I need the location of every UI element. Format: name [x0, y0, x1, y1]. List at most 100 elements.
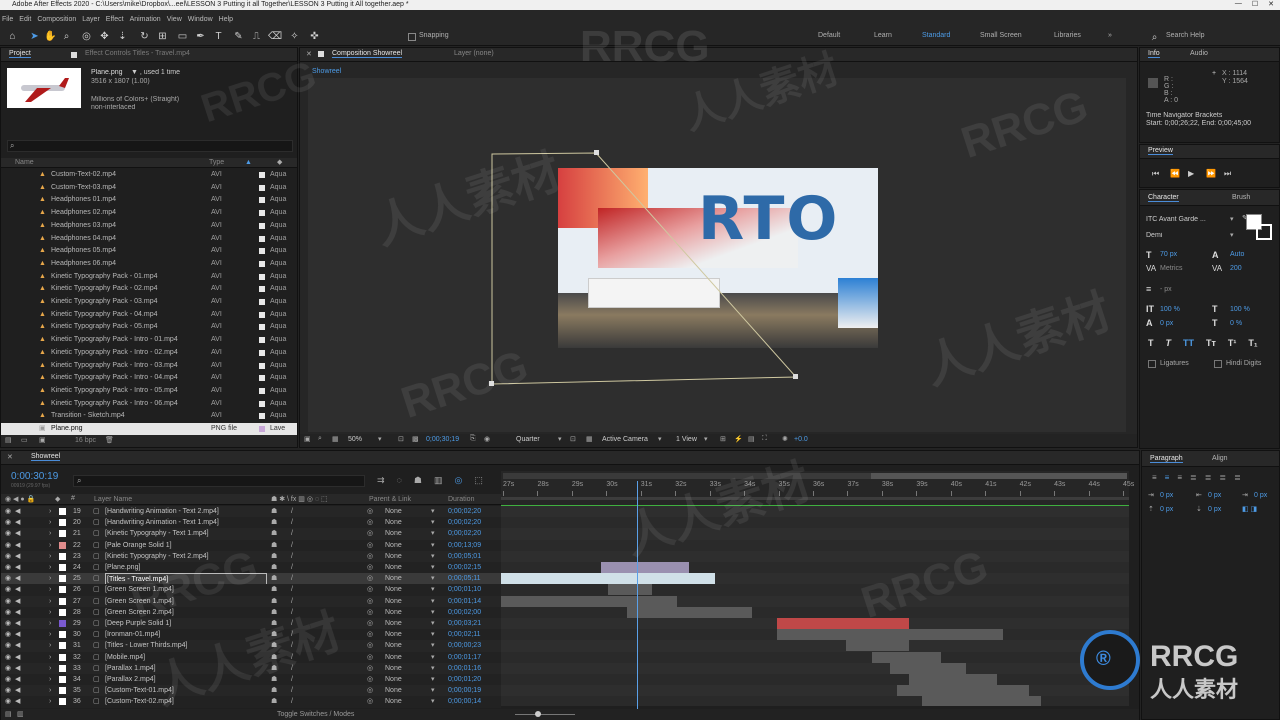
- parent-select[interactable]: None: [385, 596, 402, 607]
- project-item[interactable]: ▲ Custom-Text-03.mp4 AVI Aqua: [1, 182, 297, 195]
- layer-name[interactable]: [Green Screen 1.mp4]: [105, 584, 265, 595]
- menu-layer[interactable]: Layer: [82, 16, 100, 23]
- twirl-icon[interactable]: ›: [49, 618, 51, 629]
- col-duration[interactable]: Duration: [448, 496, 474, 503]
- interpret-footage-icon[interactable]: ▤: [5, 436, 12, 444]
- always-preview-icon[interactable]: ▣: [304, 435, 311, 443]
- type-tool-icon[interactable]: T: [212, 30, 225, 43]
- project-item[interactable]: ▲ Kinetic Typography Pack - Intro - 02.mp…: [1, 347, 297, 360]
- layer-bounding-box[interactable]: [308, 78, 1126, 432]
- faux-bold-icon[interactable]: T: [1148, 338, 1154, 348]
- audio-icon[interactable]: ◀: [15, 663, 20, 674]
- chevron-down-icon[interactable]: ▾: [658, 435, 662, 443]
- chevron-down-icon[interactable]: ▾: [431, 551, 435, 562]
- audio-icon[interactable]: ◀: [15, 584, 20, 595]
- project-item[interactable]: ▲ Kinetic Typography Pack - 05.mp4 AVI Aqua: [1, 321, 297, 334]
- justify-left-icon[interactable]: ≣: [1190, 473, 1197, 482]
- workspace-default[interactable]: Default: [818, 32, 840, 39]
- shy-switch-icon[interactable]: ☗: [271, 629, 277, 640]
- shy-switch-icon[interactable]: ☗: [271, 517, 277, 528]
- pixel-aspect-icon[interactable]: ⊞: [720, 435, 726, 443]
- timeline-search-input[interactable]: ⌕: [73, 475, 365, 487]
- label-swatch[interactable]: [259, 337, 265, 344]
- orbit-tool-icon[interactable]: ◎: [80, 30, 93, 43]
- chevron-down-icon[interactable]: ▾: [431, 640, 435, 651]
- pickwhip-icon[interactable]: ◎: [367, 652, 373, 663]
- camera-select[interactable]: Active Camera: [602, 436, 648, 443]
- audio-icon[interactable]: ◀: [15, 674, 20, 685]
- chevron-down-icon[interactable]: ▾: [431, 663, 435, 674]
- layer-duration-bar[interactable]: [890, 662, 966, 674]
- tab-brush[interactable]: Brush: [1232, 194, 1250, 201]
- fast-preview-icon[interactable]: ⚡: [734, 435, 743, 443]
- quality-switch-icon[interactable]: /: [291, 640, 293, 651]
- work-area-bar[interactable]: [501, 497, 1129, 500]
- home-icon[interactable]: ⌂: [6, 30, 19, 43]
- layer-row[interactable]: ◉ ◀ › 21 ▢ [Kinetic Typography - Text 1.mp4] ☗…: [1, 528, 501, 540]
- layer-duration[interactable]: 0;00;00;14: [448, 696, 481, 707]
- layer-row[interactable]: ◉ ◀ › 22 ▢ [Pale Orange Solid 1] ☗ / ◎ None ▾ 0;00;…: [1, 539, 501, 551]
- menu-file[interactable]: File: [2, 16, 13, 23]
- parent-select[interactable]: None: [385, 674, 402, 685]
- layer-row[interactable]: ◉ ◀ › 28 ▢ [Green Screen 2.mp4] ☗ / ◎ None ▾ 0;00;0…: [1, 606, 501, 618]
- layer-label-swatch[interactable]: [59, 653, 66, 661]
- comp-flowchart-icon[interactable]: ⇉: [377, 475, 385, 486]
- workspace-small-screen[interactable]: Small Screen: [980, 32, 1022, 39]
- next-frame-icon[interactable]: ⏩: [1206, 169, 1216, 178]
- layer-duration-bar[interactable]: [909, 674, 998, 685]
- eraser-tool-icon[interactable]: ⌫: [268, 30, 282, 43]
- layer-label-swatch[interactable]: [59, 575, 66, 583]
- label-swatch[interactable]: [259, 184, 265, 191]
- tsume-value[interactable]: 0 %: [1230, 320, 1242, 327]
- visibility-eye-icon[interactable]: ◉: [5, 696, 11, 707]
- visibility-eye-icon[interactable]: ◉: [5, 528, 11, 539]
- quality-switch-icon[interactable]: /: [291, 562, 293, 573]
- layer-duration[interactable]: 0;00;03;21: [448, 618, 481, 629]
- show-channel-icon[interactable]: ◉: [484, 435, 490, 443]
- project-item[interactable]: ▲ Kinetic Typography Pack - 01.mp4 AVI Aqua: [1, 271, 297, 284]
- workspace-libraries[interactable]: Libraries: [1054, 32, 1081, 39]
- shy-switch-icon[interactable]: ☗: [271, 674, 277, 685]
- modes-icon[interactable]: ▥: [17, 710, 24, 718]
- horizontal-scale-value[interactable]: 100 %: [1230, 306, 1250, 313]
- layer-row[interactable]: ◉ ◀ › 36 ▢ [Custom-Text-02.mp4] ☗ / ◎ None ▾ 0;00;0…: [1, 696, 501, 708]
- chevron-down-icon[interactable]: ▾: [431, 540, 435, 551]
- shy-switch-icon[interactable]: ☗: [271, 562, 277, 573]
- tab-character[interactable]: Character: [1148, 194, 1179, 202]
- visibility-eye-icon[interactable]: ◉: [5, 618, 11, 629]
- guides-icon[interactable]: ▦: [332, 435, 339, 443]
- layer-duration-bar[interactable]: [501, 573, 715, 585]
- shy-switch-icon[interactable]: ☗: [271, 652, 277, 663]
- rotate-tool-icon[interactable]: ↻: [138, 30, 151, 43]
- parent-select[interactable]: None: [385, 685, 402, 696]
- sort-icon[interactable]: ▲: [245, 159, 252, 166]
- shy-switch-icon[interactable]: ☗: [271, 696, 277, 707]
- label-swatch[interactable]: [259, 311, 265, 318]
- pickwhip-icon[interactable]: ◎: [367, 629, 373, 640]
- layer-row[interactable]: ◉ ◀ › 25 ▢ [Titles - Travel.mp4] ☗ / ◎ None ▾ 0;00;…: [1, 573, 501, 587]
- menu-view[interactable]: View: [167, 16, 182, 23]
- pickwhip-icon[interactable]: ◎: [367, 562, 373, 573]
- twirl-icon[interactable]: ›: [49, 663, 51, 674]
- audio-icon[interactable]: ◀: [15, 652, 20, 663]
- bpc-label[interactable]: 16 bpc: [75, 437, 96, 444]
- project-item[interactable]: ▲ Headphones 03.mp4 AVI Aqua: [1, 220, 297, 233]
- layer-label-swatch[interactable]: [59, 642, 66, 650]
- comp-breadcrumb[interactable]: Showreel: [312, 68, 341, 75]
- shy-switch-icon[interactable]: ☗: [271, 663, 277, 674]
- layer-label-swatch[interactable]: [59, 508, 66, 515]
- tab-effect-controls[interactable]: Effect Controls Titles - Travel.mp4: [85, 50, 190, 57]
- tab-audio[interactable]: Audio: [1190, 50, 1208, 57]
- layer-name[interactable]: [Deep Purple Solid 1]: [105, 618, 265, 629]
- view-layout-select[interactable]: 1 View: [676, 436, 697, 443]
- audio-icon[interactable]: ◀: [15, 551, 20, 562]
- layer-duration[interactable]: 0;00;01;17: [448, 652, 481, 663]
- project-item[interactable]: ▲ Kinetic Typography Pack - 03.mp4 AVI Aqua: [1, 296, 297, 309]
- zoom-tool-icon[interactable]: ⌕: [60, 30, 73, 43]
- visibility-eye-icon[interactable]: ◉: [5, 685, 11, 696]
- layer-label-swatch[interactable]: [59, 597, 66, 605]
- layer-name[interactable]: [Handwriting Animation - Text 1.mp4]: [105, 517, 265, 528]
- audio-icon[interactable]: ◀: [15, 596, 20, 607]
- chevron-down-icon[interactable]: ▾: [431, 573, 435, 584]
- tab-info[interactable]: Info: [1148, 50, 1160, 58]
